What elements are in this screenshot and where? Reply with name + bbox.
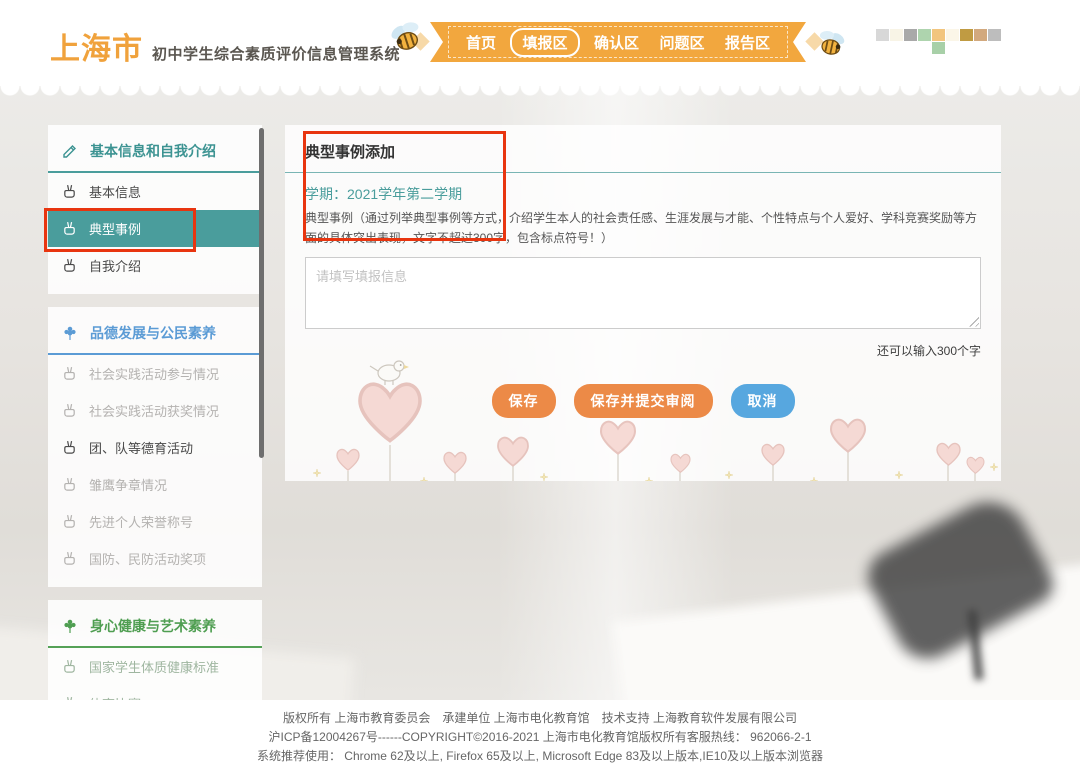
nav-item-report-area[interactable]: 报告区 [719, 30, 776, 55]
save-button[interactable]: 保存 [492, 384, 556, 418]
header-scallop-edge [0, 86, 1080, 96]
char-counter: 还可以输入300个字 [305, 342, 981, 359]
deco-square [988, 29, 1001, 41]
sidebar-section-header: 品德发展与公民素养 [48, 311, 262, 355]
sidebar-item-label: 基本信息 [89, 182, 141, 201]
sidebar-item-label: 典型事例 [89, 219, 141, 238]
victory-hand-icon [62, 440, 77, 455]
nav-item-fill-area[interactable]: 填报区 [510, 28, 579, 57]
deco-square [946, 29, 959, 41]
sidebar-item-label: 雏鹰争章情况 [89, 475, 167, 494]
sidebar-item-label: 先进个人荣誉称号 [89, 512, 193, 531]
sidebar-scrollbar[interactable] [259, 128, 264, 458]
deco-square [918, 29, 931, 41]
sidebar-item-fitness-standard[interactable]: 国家学生体质健康标准 [48, 648, 262, 685]
case-textarea[interactable] [305, 257, 981, 329]
victory-hand-icon [62, 184, 77, 199]
sidebar-item-label: 团、队等德育活动 [89, 438, 193, 457]
victory-hand-icon [62, 221, 77, 236]
logo-city-text: 上海市 [50, 24, 143, 68]
sidebar-item-label: 社会实践活动获奖情况 [89, 401, 219, 420]
victory-hand-icon [62, 366, 77, 381]
footer: 版权所有 上海市教育委员会 承建单位 上海市电化教育馆 技术支持 上海教育软件发… [0, 700, 1080, 771]
section-title: 身心健康与艺术素养 [90, 616, 216, 636]
save-submit-button[interactable]: 保存并提交审阅 [574, 384, 713, 418]
header: 上海市 初中学生综合素质评价信息管理系统 首页 填报区 确认区 问题区 报告区 [0, 0, 1080, 86]
typical-case-description: 典型事例（通过列举典型事例等方式，介绍学生本人的社会责任感、生涯发展与才能、个性… [305, 209, 981, 249]
victory-hand-icon [62, 258, 77, 273]
sidebar-item-label: 国家学生体质健康标准 [89, 657, 219, 676]
section-title: 品德发展与公民素养 [90, 323, 216, 343]
deco-square [960, 29, 973, 41]
sidebar-item-young-eagle-badge[interactable]: 雏鹰争章情况 [48, 466, 262, 503]
cancel-button[interactable]: 取消 [731, 384, 795, 418]
deco-square [932, 42, 945, 54]
footer-line-copyright: 版权所有 上海市教育委员会 承建单位 上海市电化教育馆 技术支持 上海教育软件发… [0, 709, 1080, 728]
sidebar-item-honor-titles[interactable]: 先进个人荣誉称号 [48, 503, 262, 540]
deco-square [890, 29, 903, 41]
sidebar-item-social-practice-participation[interactable]: 社会实践活动参与情况 [48, 355, 262, 392]
button-row: 保存 保存并提交审阅 取消 [305, 384, 981, 418]
section-title: 基本信息和自我介绍 [90, 141, 216, 161]
deco-square [876, 29, 889, 41]
sidebar-item-typical-case[interactable]: 典型事例 [48, 210, 262, 247]
sidebar-item-social-practice-awards[interactable]: 社会实践活动获奖情况 [48, 392, 262, 429]
flower-icon [62, 618, 78, 634]
victory-hand-icon [62, 477, 77, 492]
semester-label: 学期：2021学年第二学期 [305, 184, 981, 204]
flower-icon [62, 325, 78, 341]
sidebar: 基本信息和自我介绍 基本信息 典型事例 [48, 125, 262, 732]
sidebar-item-basic-info[interactable]: 基本信息 [48, 173, 262, 210]
page-title: 典型事例添加 [305, 141, 981, 162]
sidebar-section-moral-civic: 品德发展与公民素养 社会实践活动参与情况 社会实践活动获奖情况 [48, 307, 262, 587]
nav-item-question-area[interactable]: 问题区 [653, 30, 710, 55]
panel-divider [285, 172, 1001, 173]
sidebar-item-league-moral-activities[interactable]: 团、队等德育活动 [48, 429, 262, 466]
nav-item-home[interactable]: 首页 [460, 30, 502, 55]
bird-decoration [370, 361, 409, 385]
deco-square [932, 29, 945, 41]
sidebar-section-header: 身心健康与艺术素养 [48, 604, 262, 648]
bee-icon [813, 27, 849, 65]
deco-square [974, 29, 987, 41]
sidebar-item-defense-activity-awards[interactable]: 国防、民防活动奖项 [48, 540, 262, 577]
edit-icon [62, 143, 78, 159]
logo-subtitle-text: 初中学生综合素质评价信息管理系统 [152, 43, 400, 64]
sidebar-item-label: 社会实践活动参与情况 [89, 364, 219, 383]
main-panel: 典型事例添加 学期：2021学年第二学期 典型事例（通过列举典型事例等方式，介绍… [285, 125, 1001, 481]
victory-hand-icon [62, 403, 77, 418]
victory-hand-icon [62, 514, 77, 529]
victory-hand-icon [62, 551, 77, 566]
sidebar-item-label: 国防、民防活动奖项 [89, 549, 206, 568]
decorative-pixel-squares [876, 29, 1001, 41]
app-logo: 上海市 初中学生综合素质评价信息管理系统 [50, 24, 400, 68]
nav-item-confirm-area[interactable]: 确认区 [588, 30, 645, 55]
sidebar-section-basic-info: 基本信息和自我介绍 基本信息 典型事例 [48, 125, 262, 294]
sidebar-item-self-intro[interactable]: 自我介绍 [48, 247, 262, 284]
victory-hand-icon [62, 659, 77, 674]
deco-square [904, 29, 917, 41]
main-nav-ribbon: 首页 填报区 确认区 问题区 报告区 [430, 22, 806, 62]
footer-line-browsers: 系统推荐使用： Chrome 62及以上, Firefox 65及以上, Mic… [0, 747, 1080, 766]
page: 上海市 初中学生综合素质评价信息管理系统 首页 填报区 确认区 问题区 报告区 [0, 0, 1080, 771]
sidebar-section-header: 基本信息和自我介绍 [48, 129, 262, 173]
sidebar-item-label: 自我介绍 [89, 256, 141, 275]
footer-line-icp: 沪ICP备12004267号------COPYRIGHT©2016-2021 … [0, 728, 1080, 747]
